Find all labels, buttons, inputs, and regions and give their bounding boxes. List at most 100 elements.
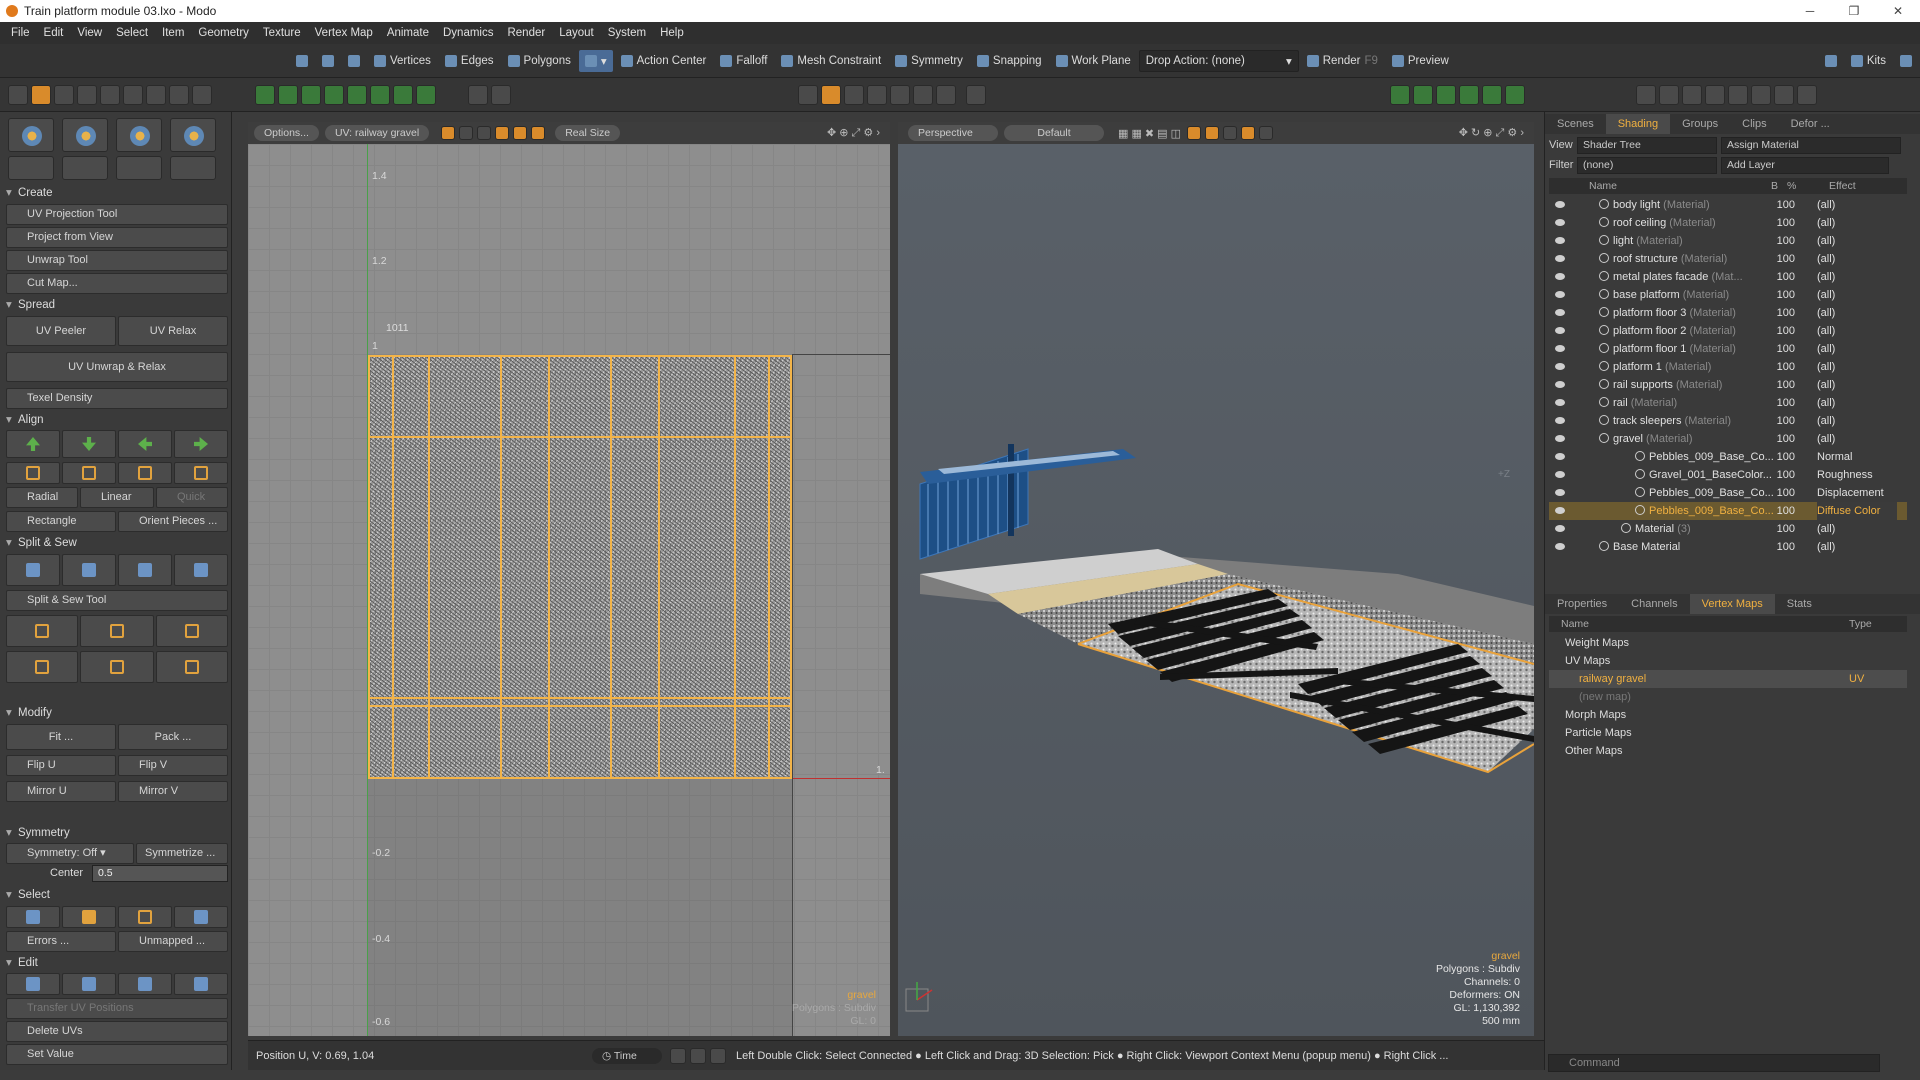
tab-scenes[interactable]: Scenes [1545,114,1606,134]
uv-edge[interactable] [734,357,736,777]
align-top-button[interactable] [6,430,60,458]
symmetrize-button[interactable]: Symmetrize ... [136,843,228,864]
rotate-ccw-button[interactable] [6,462,60,484]
symmetry-button[interactable]: Symmetry [889,50,969,72]
create-section[interactable]: Create [6,184,228,202]
seam-6-button[interactable] [156,651,228,683]
select-section[interactable]: Select [6,886,228,904]
items-mode-button[interactable]: ▾ [578,49,613,72]
uv-edge[interactable] [768,357,770,777]
time-button[interactable]: ◷ Time [592,1047,662,1064]
seam-4-button[interactable] [6,651,78,683]
scale-icon[interactable] [169,85,189,105]
real-size-button[interactable]: Real Size [555,125,621,141]
unmapped-button[interactable]: Unmapped ... [118,931,228,952]
align-icon[interactable] [301,85,321,105]
render-output-icon[interactable] [1774,85,1794,105]
group-icon[interactable] [1436,85,1456,105]
visibility-eye-icon[interactable] [1555,471,1565,478]
vertex-map-item[interactable]: (new map) [1549,688,1907,706]
shader-tree-item[interactable]: base platform (Material) 100 (all) [1549,286,1907,304]
item-mode-icon[interactable] [8,85,28,105]
seam-1-button[interactable] [6,615,78,647]
align-right-button[interactable] [174,430,228,458]
falloff-button[interactable]: Falloff [714,50,773,72]
layers-stack-icon[interactable] [1413,85,1433,105]
visibility-eye-icon[interactable] [1555,399,1565,406]
visibility-eye-icon[interactable] [1555,435,1565,442]
select-icon[interactable] [54,85,74,105]
uv-mode-icon[interactable] [31,85,51,105]
menu-texture[interactable]: Texture [256,27,308,39]
split-sew-section[interactable]: Split & Sew [6,534,228,552]
shader-item-effect[interactable]: (all) [1817,538,1897,556]
add-tool-icon[interactable] [468,85,488,105]
paint-select-button[interactable] [342,50,366,72]
menu-select[interactable]: Select [109,27,155,39]
shader-tree-item[interactable]: roof structure (Material) 100 (all) [1549,250,1907,268]
keyframe-icon[interactable] [670,1047,686,1064]
edit-2-button[interactable] [62,973,116,995]
nodes-icon[interactable] [1482,85,1502,105]
shader-item-effect[interactable]: Displacement [1817,484,1897,502]
uv-map-select[interactable]: UV: railway gravel [324,125,430,141]
drop-action-select[interactable]: Drop Action: (none) ▾ [1138,49,1299,72]
bounds-button[interactable] [174,462,228,484]
split-1-button[interactable] [6,554,60,586]
center-field[interactable]: 0.5 [92,865,228,882]
lasso-tool-button[interactable] [316,50,340,72]
shader-item-opacity[interactable]: 100 [1765,232,1795,250]
select-connected-button[interactable] [6,906,60,928]
shader-item-opacity[interactable]: 100 [1765,322,1795,340]
shader-item-effect[interactable]: (all) [1817,250,1897,268]
add-layer-select[interactable]: Add Layer [1721,157,1889,174]
shader-item-effect[interactable]: (all) [1817,286,1897,304]
uv-magnet-icon[interactable] [513,126,528,140]
quick-button[interactable]: Quick [156,487,228,508]
menu-help[interactable]: Help [653,27,691,39]
shader-item-opacity[interactable]: 100 [1765,358,1795,376]
vertices-mode-button[interactable]: Vertices [368,50,437,72]
uv-grid-icon[interactable] [441,126,456,140]
shader-item-effect[interactable]: (all) [1817,520,1897,538]
search-button[interactable] [1819,50,1843,72]
vertex-map-item[interactable]: railway gravel UV [1549,670,1907,688]
uv-island-gravel[interactable] [368,355,792,779]
layers-icon[interactable] [347,85,367,105]
visibility-eye-icon[interactable] [1555,291,1565,298]
split-sew-tool-button[interactable]: Split & Sew Tool [6,590,228,611]
shader-item-opacity[interactable]: 100 [1765,394,1795,412]
uv-viewport[interactable]: 1.4 1.2 1 -0.2 -0.4 -0.6 1011 1. gravel … [248,144,890,1036]
unwrap-tool-button[interactable]: Unwrap Tool [6,250,228,271]
tab-clips[interactable]: Clips [1730,114,1778,134]
snapping-button[interactable]: Snapping [971,50,1048,72]
timeline-icon[interactable] [690,1047,706,1064]
project-from-view-button[interactable]: Project from View [6,227,228,248]
menu-view[interactable]: View [70,27,109,39]
menu-animate[interactable]: Animate [380,27,436,39]
menu-vertex-map[interactable]: Vertex Map [308,27,380,39]
minimize-icon[interactable]: ─ [1788,0,1832,22]
straighten-button[interactable] [118,462,172,484]
seam-5-button[interactable] [80,651,154,683]
split-2-button[interactable] [62,554,116,586]
visibility-eye-icon[interactable] [1555,417,1565,424]
tab-shading[interactable]: Shading [1605,114,1671,134]
uv-view-controls-icon[interactable]: ✥ ⊕ ⤢ ⚙ › [827,126,880,140]
close-icon[interactable]: ✕ [1876,0,1920,22]
texture-icon[interactable] [1682,85,1702,105]
grid-icon[interactable] [821,85,841,105]
snap-icon[interactable] [867,85,887,105]
layout-toggle-button[interactable] [1894,50,1918,72]
visibility-eye-icon[interactable] [1555,489,1565,496]
visibility-eye-icon[interactable] [1555,219,1565,226]
box-icon[interactable] [416,85,436,105]
uv-checker-icon[interactable] [459,126,474,140]
align-section[interactable]: Align [6,411,228,429]
render-button[interactable]: Render F9 [1301,50,1384,72]
stack-icon[interactable] [324,85,344,105]
shader-item-opacity[interactable]: 100 [1765,448,1795,466]
shader-item-effect[interactable]: (all) [1817,340,1897,358]
select-overlap-button[interactable] [174,906,228,928]
uv-edge[interactable] [428,357,430,777]
